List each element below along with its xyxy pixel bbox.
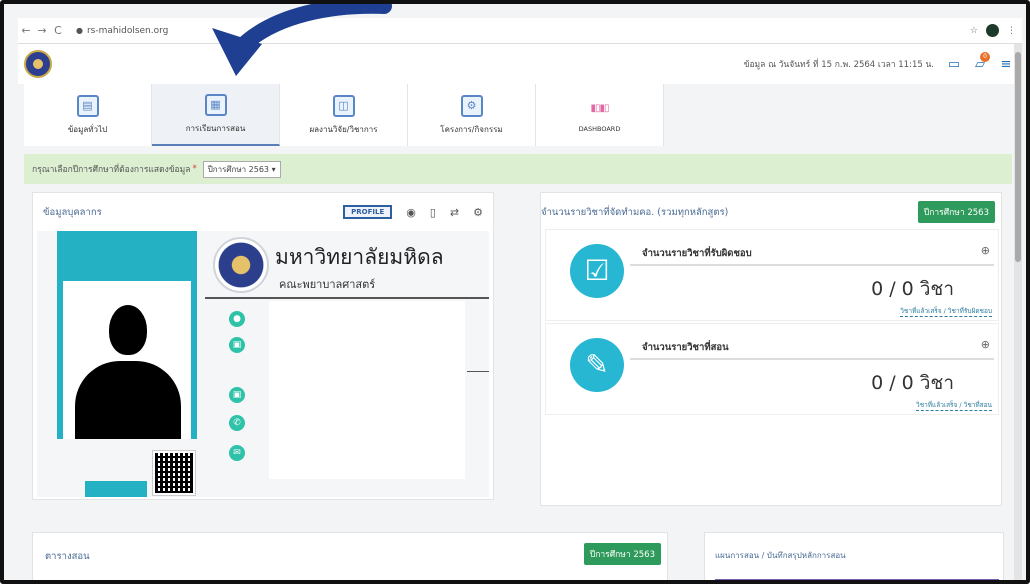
university-name: มหาวิทยาลัยมหิดล: [275, 245, 444, 269]
silhouette-body: [75, 361, 181, 439]
main-tabs: ▤ ข้อมูลทั่วไป ▦ การเรียนการสอน ◫ ผลงานว…: [24, 84, 664, 146]
divider: [630, 358, 994, 360]
menu-icon[interactable]: ≡: [996, 57, 1016, 72]
card-link[interactable]: วิชาที่แล้วเสร็จ / วิชาที่สอน: [916, 400, 992, 411]
teaching-plan-title: แผนการสอน / บันทึกสรุปหลักการสอน: [715, 551, 846, 560]
tab-teaching[interactable]: ▦ การเรียนการสอน: [152, 84, 280, 146]
phone-icon: ✆: [229, 415, 245, 431]
divider: [467, 371, 489, 372]
university-seal: [213, 237, 269, 293]
year-filter-bar: กรุณาเลือกปีการศึกษาที่ต้องการแสดงข้อมูล…: [24, 154, 1012, 184]
back-button[interactable]: ←: [18, 24, 34, 37]
year-select[interactable]: ปีการศึกษา 2563 ▾: [202, 160, 281, 178]
id-card-icon: ▤: [76, 94, 99, 117]
browser-profile-avatar[interactable]: [986, 24, 999, 37]
plan-header-bar: [715, 579, 999, 580]
schedule-title: ตารางสอน: [45, 551, 90, 562]
book-icon[interactable]: ▭: [944, 57, 964, 72]
zoom-icon[interactable]: ⊕: [981, 244, 990, 257]
courses-title: จำนวนรายวิชาที่จัดทำมคอ. (รวมทุกหลักสูตร…: [541, 207, 729, 218]
schedule-year-badge: ปีการศึกษา 2563: [583, 543, 661, 565]
profile-photo: [63, 281, 191, 439]
courses-panel: จำนวนรายวิชาที่จัดทำมคอ. (รวมทุกหลักสูตร…: [540, 192, 1002, 506]
profile-card: มหาวิทยาลัยมหิดล คณะพยาบาลศาสตร์ ● ▣ ▣ ✆…: [37, 231, 489, 497]
id-icon: ▣: [229, 337, 245, 353]
tab-dashboard[interactable]: ▮▯▮▯ DASHBOARD: [536, 84, 664, 146]
edit-icon: ✎: [570, 338, 624, 392]
taught-courses-card: ✎ จำนวนรายวิชาที่สอน 0 / 0 วิชา ⊕ วิชาที…: [545, 323, 999, 415]
notification-icon[interactable]: ▱ 0: [970, 51, 990, 72]
lock-icon: ●: [76, 26, 83, 35]
personnel-panel: ข้อมูลบุคลากร PROFILE ◉ ▯ ⇄ ⚙ มหาวิทยาลั…: [32, 192, 494, 500]
card-link[interactable]: วิชาที่แล้วเสร็จ / วิชาที่รับผิดชอบ: [900, 306, 992, 317]
year-filter-label: กรุณาเลือกปีการศึกษาที่ต้องการแสดงข้อมูล: [32, 165, 191, 175]
scrollbar-thumb[interactable]: [1015, 52, 1021, 262]
silhouette-head: [109, 305, 147, 355]
research-icon: ◫: [332, 94, 355, 117]
required-mark: *: [192, 164, 197, 174]
responsible-courses-card: ☑ จำนวนรายวิชาที่รับผิดชอบ 0 / 0 วิชา ⊕ …: [545, 229, 999, 321]
zoom-icon[interactable]: ⊕: [981, 338, 990, 351]
year-select-value: ปีการศึกษา 2563: [207, 164, 270, 174]
mail-icon: ✉: [229, 445, 245, 461]
personnel-title: ข้อมูลบุคลากร: [43, 207, 102, 218]
personnel-toolbar: PROFILE ◉ ▯ ⇄ ⚙: [343, 205, 483, 219]
divider: [630, 264, 994, 266]
card-title: จำนวนรายวิชาที่สอน: [642, 342, 729, 353]
tab-research[interactable]: ◫ ผลงานวิจัย/วิชาการ: [280, 84, 408, 146]
page-scrollbar[interactable]: [1014, 44, 1022, 580]
document-icon[interactable]: ▯: [430, 206, 436, 219]
project-icon: ⚙: [460, 94, 483, 117]
id-card-icon: ▣: [229, 387, 245, 403]
dashboard-icon: ▮▯▮▯: [588, 97, 611, 119]
card-value: 0 / 0 วิชา: [871, 372, 954, 394]
browser-toolbar: ← → C ● rs-mahidolsen.org ☆ ⋮: [18, 18, 1022, 44]
tab-label: DASHBOARD: [578, 125, 621, 133]
repeat-icon[interactable]: ⇄: [450, 206, 459, 219]
profile-info-area: [269, 301, 465, 479]
site-logo[interactable]: [24, 50, 52, 78]
checkbox-icon: ☑: [570, 244, 624, 298]
card-title: จำนวนรายวิชาที่รับผิดชอบ: [642, 248, 752, 259]
divider: [205, 297, 489, 299]
profile-button[interactable]: PROFILE: [343, 205, 393, 219]
notification-badge: 0: [980, 51, 990, 62]
courses-year-badge: ปีการศึกษา 2563: [917, 201, 995, 223]
tab-projects[interactable]: ⚙ โครงการ/กิจกรรม: [408, 84, 536, 146]
tab-label: โครงการ/กิจกรรม: [440, 124, 503, 134]
reload-button[interactable]: C: [50, 24, 66, 37]
browser-menu-icon[interactable]: ⋮: [1007, 26, 1016, 36]
tab-general[interactable]: ▤ ข้อมูลทั่วไป: [24, 84, 152, 146]
card-teal-strip: [85, 481, 147, 497]
forward-button[interactable]: →: [34, 24, 50, 37]
app-header: ข้อมูล ณ วันจันทร์ ที่ 15 ก.พ. 2564 เวลา…: [18, 44, 1022, 84]
url-text: rs-mahidolsen.org: [86, 25, 169, 36]
screen-frame: ← → C ● rs-mahidolsen.org ☆ ⋮ ข้อมูล ณ ว…: [0, 0, 1030, 584]
gear-icon[interactable]: ⚙: [473, 206, 483, 219]
card-teal-band: [57, 231, 197, 439]
qr-code: [152, 450, 196, 496]
card-value: 0 / 0 วิชา: [871, 278, 954, 300]
schedule-panel: ตารางสอน ปีการศึกษา 2563: [32, 532, 668, 580]
user-icon: ●: [229, 311, 245, 327]
teaching-icon: ▦: [204, 93, 227, 116]
bookmark-star-icon[interactable]: ☆: [970, 26, 978, 36]
address-bar[interactable]: ● rs-mahidolsen.org: [76, 26, 168, 36]
data-timestamp: ข้อมูล ณ วันจันทร์ ที่ 15 ก.พ. 2564 เวลา…: [743, 60, 934, 70]
tab-label: ผลงานวิจัย/วิชาการ: [309, 124, 378, 134]
faculty-name: คณะพยาบาลศาสตร์: [279, 278, 376, 291]
tab-label: ข้อมูลทั่วไป: [67, 124, 108, 134]
teaching-plan-panel: แผนการสอน / บันทึกสรุปหลักการสอน: [704, 532, 1004, 580]
chevron-down-icon: ▾: [271, 164, 276, 174]
tab-label: การเรียนการสอน: [185, 123, 246, 133]
eye-icon[interactable]: ◉: [406, 206, 416, 219]
